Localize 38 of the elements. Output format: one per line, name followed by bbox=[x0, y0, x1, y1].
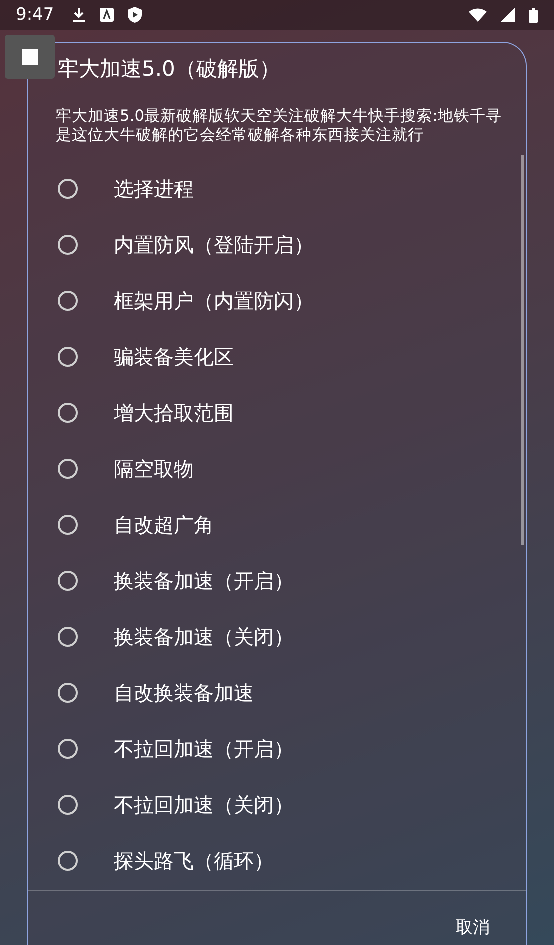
option-label[interactable]: 选择进程 bbox=[114, 176, 194, 202]
option-label[interactable]: 自改超广角 bbox=[114, 512, 214, 538]
radio-button[interactable] bbox=[58, 627, 78, 647]
option-label[interactable]: 框架用户（内置防闪） bbox=[114, 288, 314, 314]
radio-button[interactable] bbox=[58, 403, 78, 423]
radio-button[interactable] bbox=[58, 235, 78, 255]
radio-button[interactable] bbox=[58, 795, 78, 815]
radio-button[interactable] bbox=[58, 683, 78, 703]
square-icon bbox=[22, 49, 38, 65]
wifi-icon bbox=[469, 8, 487, 22]
radio-button[interactable] bbox=[58, 571, 78, 591]
clock: 9:47 bbox=[16, 5, 54, 25]
option-label[interactable]: 换装备加速（开启） bbox=[114, 568, 294, 594]
option-label[interactable]: 隔空取物 bbox=[114, 456, 194, 482]
option-label[interactable]: 探头路飞（循环） bbox=[114, 848, 274, 874]
dialog-message: 牢大加速5.0最新破解版软天空关注破解大牛快手搜索:地铁千寻是这位大牛破解的它会经常破解各种东西接关注就行 bbox=[55, 106, 503, 145]
radio-button[interactable] bbox=[58, 459, 78, 479]
option-label[interactable]: 换装备加速（关闭） bbox=[114, 624, 294, 650]
option-label[interactable]: 增大拾取范围 bbox=[114, 400, 234, 426]
floating-button[interactable] bbox=[5, 35, 55, 79]
battery-icon bbox=[529, 8, 538, 22]
radio-button[interactable] bbox=[58, 851, 78, 871]
option-label[interactable]: 内置防风（登陆开启） bbox=[114, 232, 314, 258]
app-notification-icon bbox=[100, 8, 114, 22]
dialog-title: 牢大加速5.0（破解版） bbox=[58, 56, 280, 83]
radio-button[interactable] bbox=[58, 739, 78, 759]
radio-button[interactable] bbox=[58, 291, 78, 311]
signal-icon bbox=[501, 8, 515, 22]
cancel-button[interactable]: 取消 bbox=[456, 912, 490, 943]
download-icon bbox=[72, 7, 86, 23]
radio-button[interactable] bbox=[58, 515, 78, 535]
radio-button[interactable] bbox=[58, 179, 78, 199]
option-label[interactable]: 骗装备美化区 bbox=[114, 344, 234, 370]
option-label[interactable]: 自改换装备加速 bbox=[114, 680, 254, 706]
option-label[interactable]: 不拉回加速（关闭） bbox=[114, 792, 294, 818]
option-label[interactable]: 不拉回加速（开启） bbox=[114, 736, 294, 762]
shield-icon bbox=[128, 7, 142, 23]
radio-button[interactable] bbox=[58, 347, 78, 367]
